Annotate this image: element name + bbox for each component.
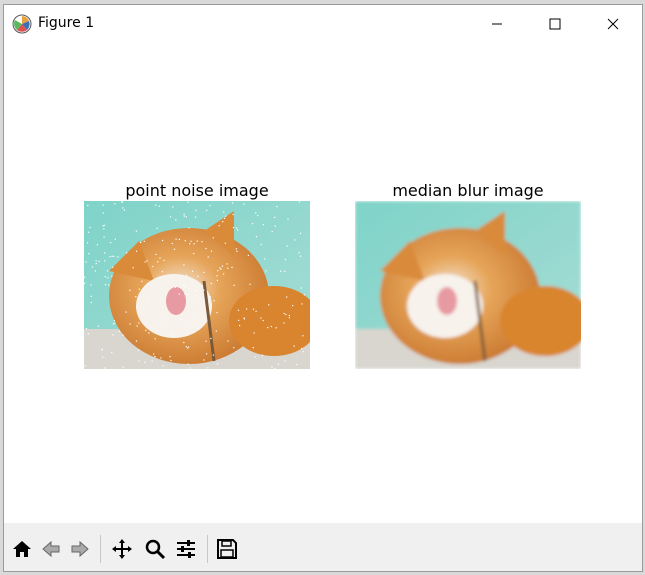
pan-icon: [112, 539, 132, 559]
close-button[interactable]: [584, 5, 642, 43]
zoom-button[interactable]: [141, 535, 169, 563]
figure-canvas[interactable]: point noise image median blur image: [4, 43, 642, 523]
maximize-button[interactable]: [526, 5, 584, 43]
minimize-button[interactable]: [468, 5, 526, 43]
maximize-icon: [549, 18, 561, 30]
back-button[interactable]: [37, 535, 65, 563]
close-icon: [607, 18, 619, 30]
forward-button[interactable]: [66, 535, 94, 563]
toolbar-separator: [207, 535, 208, 563]
title-bar: Figure 1: [4, 5, 642, 43]
configure-subplots-icon: [177, 540, 195, 558]
zoom-icon: [145, 539, 166, 560]
back-icon: [42, 540, 60, 558]
save-button[interactable]: [213, 535, 241, 563]
home-icon: [13, 541, 31, 557]
subplot-title-noise: point noise image: [125, 181, 269, 200]
window-title: Figure 1: [38, 15, 95, 31]
navigation-toolbar: [4, 523, 642, 571]
save-icon: [217, 539, 237, 559]
minimize-icon: [492, 23, 502, 25]
pan-button[interactable]: [108, 535, 136, 563]
forward-icon: [71, 540, 89, 558]
toolbar-separator: [100, 535, 101, 563]
matplotlib-app-icon: [12, 14, 32, 34]
median-blur-image: [355, 201, 581, 369]
configure-subplots-button[interactable]: [172, 535, 200, 563]
matplotlib-figure-window: Figure 1 point noise image median blur i…: [3, 4, 643, 572]
home-button[interactable]: [8, 535, 36, 563]
subplot-title-blur: median blur image: [392, 181, 544, 200]
noise-image: [84, 201, 310, 369]
